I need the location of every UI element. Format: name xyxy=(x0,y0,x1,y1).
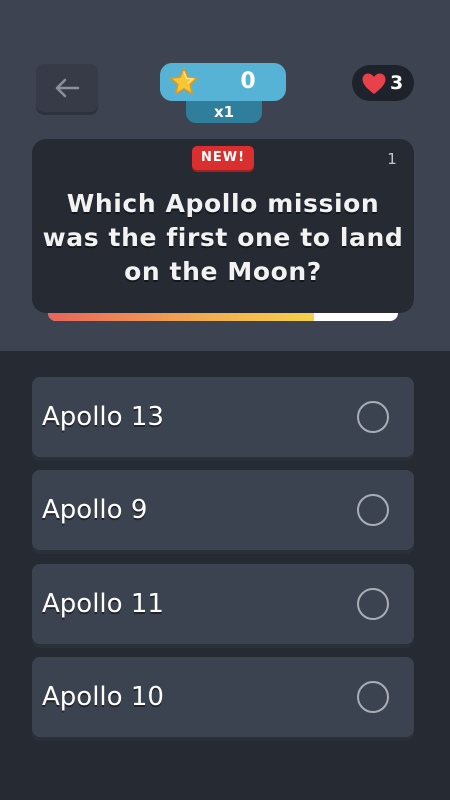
lives-counter: 3 xyxy=(352,65,414,101)
answer-option-2[interactable]: Apollo 9 xyxy=(32,470,414,550)
score-value: 0 xyxy=(240,69,256,94)
radio-button[interactable] xyxy=(357,588,389,620)
radio-button[interactable] xyxy=(357,494,389,526)
answer-label: Apollo 10 xyxy=(42,682,164,712)
back-button[interactable] xyxy=(36,64,98,112)
new-badge: NEW! xyxy=(192,146,254,170)
heart-icon xyxy=(362,73,386,94)
timer-bar-fill xyxy=(48,313,314,321)
answer-option-3[interactable]: Apollo 11 xyxy=(32,564,414,644)
radio-button[interactable] xyxy=(357,681,389,713)
score-pill: 0 xyxy=(160,63,286,101)
answer-label: Apollo 11 xyxy=(42,589,164,619)
answer-label: Apollo 13 xyxy=(42,402,164,432)
score-display: x1 0 xyxy=(160,63,286,125)
answer-option-4[interactable]: Apollo 10 xyxy=(32,657,414,737)
answer-label: Apollo 9 xyxy=(42,495,148,525)
star-icon xyxy=(169,67,199,95)
answer-option-1[interactable]: Apollo 13 xyxy=(32,377,414,457)
lives-value: 3 xyxy=(390,72,404,94)
radio-button[interactable] xyxy=(357,401,389,433)
timer-bar xyxy=(48,313,398,321)
question-number: 1 xyxy=(387,150,397,168)
question-text: Which Apollo mission was the first one t… xyxy=(42,189,404,286)
arrow-left-icon xyxy=(55,78,80,98)
